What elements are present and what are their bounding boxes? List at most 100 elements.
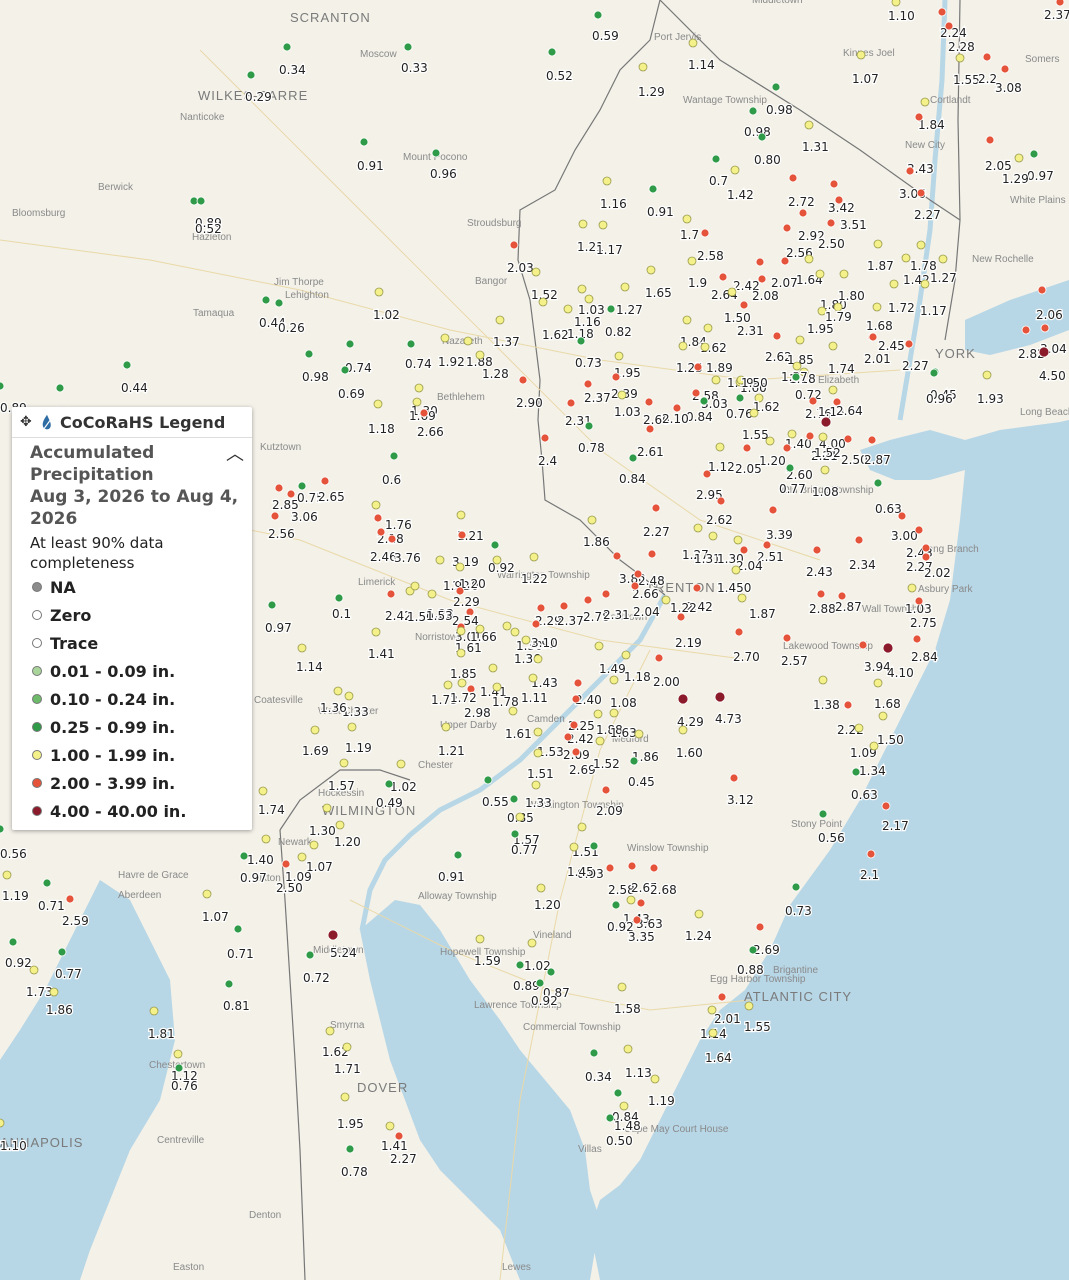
station-dot[interactable] [583, 379, 593, 389]
station-dot[interactable] [8, 937, 18, 947]
station-dot[interactable] [502, 621, 512, 631]
station-dot[interactable] [646, 265, 656, 275]
station-dot[interactable] [630, 581, 640, 591]
station-dot[interactable] [589, 1048, 599, 1058]
station-dot[interactable] [559, 601, 569, 611]
station-dot[interactable] [748, 106, 758, 116]
station-dot[interactable] [441, 722, 451, 732]
station-dot[interactable] [873, 239, 883, 249]
station-dot[interactable] [602, 176, 612, 186]
station-dot[interactable] [762, 540, 772, 550]
station-dot[interactable] [587, 515, 597, 525]
station-dot[interactable] [508, 706, 518, 716]
station-dot[interactable] [702, 469, 712, 479]
station-dot[interactable] [569, 842, 579, 852]
station-dot[interactable] [342, 1042, 352, 1052]
station-dot[interactable] [650, 1074, 660, 1084]
station-dot[interactable] [310, 725, 320, 735]
station-dot[interactable] [463, 336, 473, 346]
station-dot[interactable] [780, 256, 790, 266]
station-dot[interactable] [929, 368, 939, 378]
station-dot[interactable] [804, 254, 814, 264]
station-dot[interactable] [677, 693, 689, 705]
station-dot[interactable] [510, 829, 520, 839]
station-dot[interactable] [678, 725, 688, 735]
station-dot[interactable] [239, 851, 249, 861]
station-dot[interactable] [619, 1101, 629, 1111]
station-dot[interactable] [866, 849, 876, 859]
station-dot[interactable] [49, 987, 59, 997]
station-dot[interactable] [699, 396, 709, 406]
station-dot[interactable] [483, 775, 493, 785]
station-dot[interactable] [533, 727, 543, 737]
station-dot[interactable] [515, 960, 525, 970]
station-dot[interactable] [536, 603, 546, 613]
station-dot[interactable] [647, 549, 657, 559]
station-dot[interactable] [627, 861, 637, 871]
station-dot[interactable] [509, 794, 519, 804]
station-dot[interactable] [869, 741, 879, 751]
station-dot[interactable] [577, 822, 587, 832]
cocorahs-legend[interactable]: ✥ CoCoRaHS Legend ︿ Accumulated Precipit… [12, 407, 252, 830]
station-dot[interactable] [456, 626, 466, 636]
station-dot[interactable] [202, 889, 212, 899]
station-dot[interactable] [224, 979, 234, 989]
station-dot[interactable] [569, 720, 579, 730]
station-dot[interactable] [601, 785, 611, 795]
station-dot[interactable] [920, 97, 930, 107]
station-dot[interactable] [396, 759, 406, 769]
station-dot[interactable] [654, 653, 664, 663]
legend-header[interactable]: ✥ CoCoRaHS Legend [12, 407, 252, 438]
station-dot[interactable] [431, 148, 441, 158]
station-dot[interactable] [1021, 325, 1031, 335]
station-dot[interactable] [605, 1113, 615, 1123]
station-dot[interactable] [571, 747, 581, 757]
station-dot[interactable] [693, 362, 703, 372]
station-dot[interactable] [297, 643, 307, 653]
station-dot[interactable] [455, 586, 465, 596]
station-dot[interactable] [912, 634, 922, 644]
station-dot[interactable] [700, 228, 710, 238]
station-dot[interactable] [589, 841, 599, 851]
station-dot[interactable] [804, 120, 814, 130]
station-dot[interactable] [374, 287, 384, 297]
station-dot[interactable] [359, 137, 369, 147]
station-dot[interactable] [373, 399, 383, 409]
station-dot[interactable] [938, 254, 948, 264]
station-dot[interactable] [623, 1044, 633, 1054]
collapse-chevron-icon[interactable]: ︿ [226, 440, 244, 466]
station-dot[interactable] [373, 513, 383, 523]
station-dot[interactable] [563, 732, 573, 742]
station-dot[interactable] [694, 909, 704, 919]
station-dot[interactable] [708, 531, 718, 541]
station-dot[interactable] [297, 852, 307, 862]
station-dot[interactable] [385, 1121, 395, 1131]
station-dot[interactable] [782, 223, 792, 233]
station-dot[interactable] [455, 562, 465, 572]
station-dot[interactable] [644, 397, 654, 407]
station-dot[interactable] [985, 135, 995, 145]
station-dot[interactable] [843, 434, 853, 444]
station-dot[interactable] [384, 779, 394, 789]
station-dot[interactable] [386, 589, 396, 599]
station-dot[interactable] [196, 196, 206, 206]
station-dot[interactable] [914, 596, 924, 606]
station-dot[interactable] [739, 545, 749, 555]
station-dot[interactable] [812, 545, 822, 555]
station-dot[interactable] [731, 565, 741, 575]
station-dot[interactable] [419, 408, 429, 418]
station-dot[interactable] [546, 967, 556, 977]
station-dot[interactable] [617, 982, 627, 992]
station-dot[interactable] [856, 50, 866, 60]
station-dot[interactable] [305, 950, 315, 960]
station-dot[interactable] [2, 870, 12, 880]
station-dot[interactable] [771, 82, 781, 92]
station-dot[interactable] [475, 934, 485, 944]
station-dot[interactable] [593, 709, 603, 719]
station-dot[interactable] [714, 691, 726, 703]
station-dot[interactable] [889, 279, 899, 289]
station-dot[interactable] [340, 1092, 350, 1102]
station-dot[interactable] [233, 924, 243, 934]
station-dot[interactable] [749, 408, 759, 418]
station-dot[interactable] [791, 882, 801, 892]
